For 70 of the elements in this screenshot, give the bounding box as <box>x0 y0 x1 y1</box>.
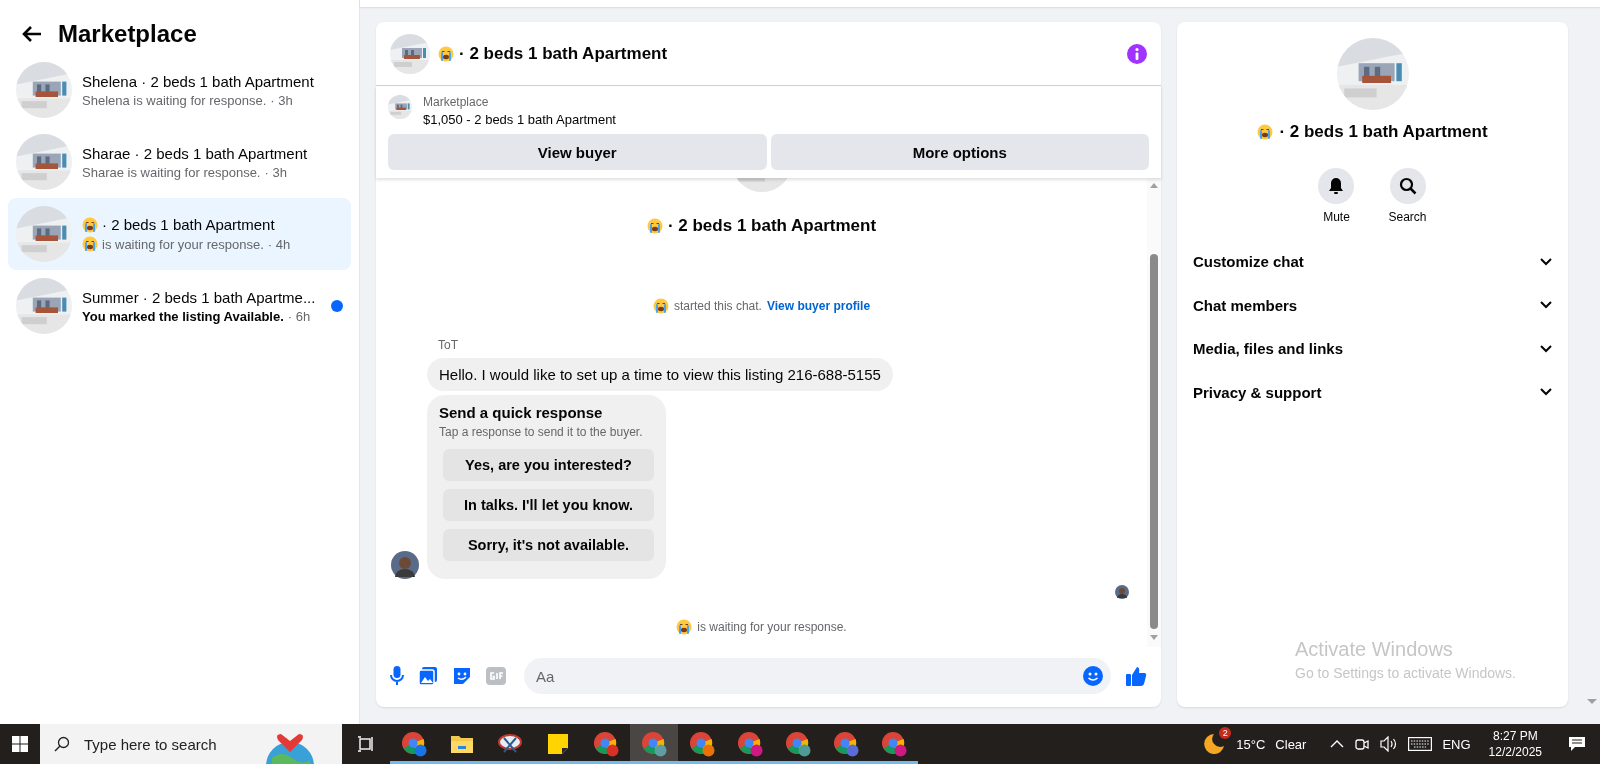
listing-title[interactable]: $1,050 - 2 beds 1 bath Apartment <box>423 112 616 127</box>
conversation-preview: is waiting for your response. <box>102 236 264 252</box>
conversation-preview: Sharae is waiting for response. <box>82 164 261 180</box>
conversation-time: · 4h <box>267 236 291 252</box>
speaker-icon[interactable] <box>1380 736 1399 752</box>
conversation-name: Sharae · 2 beds 1 bath Apartment <box>82 144 308 162</box>
thumbs-up-icon[interactable] <box>1125 665 1147 687</box>
buyer-profile-link[interactable]: View buyer profile <box>766 299 871 313</box>
conversation-preview: Shelena is waiting for response. <box>82 92 267 108</box>
crying-face-icon <box>676 619 693 635</box>
clock[interactable]: 8:27 PM 12/2/2025 <box>1488 729 1542 759</box>
conversation-time: · 3h <box>264 164 287 180</box>
taskbar-search-field[interactable]: Type here to search <box>40 724 342 764</box>
message-bubble: Hello. I would like to set up a time to view this listing 216-688-5155 <box>427 358 893 391</box>
conversation-name: Shelena · 2 beds 1 bath Apartment <box>82 72 314 90</box>
bell-icon <box>1328 177 1345 195</box>
notification-badge: 2 <box>1219 726 1232 739</box>
weather-temperature: 15°C <box>1236 736 1266 752</box>
microphone-icon[interactable] <box>390 666 404 686</box>
conversation-name: Summer · 2 beds 1 bath Apartme... <box>82 288 316 306</box>
details-section[interactable]: Privacy & support <box>1193 370 1552 414</box>
person-avatar <box>391 551 419 579</box>
language-indicator[interactable]: ENG <box>1442 736 1471 752</box>
conversation-item[interactable]: Shelena · 2 beds 1 bath Apartment Shelena is waiting for response. · 3h <box>8 54 351 126</box>
conversation-time: · 3h <box>270 92 293 108</box>
quick-response-option[interactable]: In talks. I'll let you know. <box>443 489 654 521</box>
moon-icon <box>1202 731 1227 754</box>
listing-action-button[interactable]: More options <box>770 134 1149 170</box>
quick-response-option[interactable]: Sorry, it's not available. <box>443 529 654 561</box>
folder-icon <box>450 733 474 755</box>
details-section[interactable]: Media, files and links <box>1193 327 1552 371</box>
details-section[interactable]: Customize chat <box>1193 240 1552 284</box>
conversation-preview: You marked the listing Available. <box>82 308 284 324</box>
weather-condition: Clear <box>1275 736 1307 752</box>
conversation-item[interactable]: · 2 beds 1 bath Apartment is waiting for your response. · 4h <box>8 198 351 270</box>
quick-response-option[interactable]: Yes, are you interested? <box>443 449 654 481</box>
emoji-icon[interactable] <box>1083 666 1103 686</box>
info-icon[interactable] <box>1127 43 1147 64</box>
keyboard-icon[interactable] <box>1408 737 1433 751</box>
conversation-item[interactable]: Summer · 2 beds 1 bath Apartme... You marked the listing Available. · 6h <box>8 270 351 342</box>
conversation-item[interactable]: Sharae · 2 beds 1 bath Apartment Sharae is waiting for response. · 3h <box>8 126 351 198</box>
quick-response-subtitle: Tap a response to send it to the buyer. <box>439 425 643 439</box>
notifications-icon[interactable] <box>1568 736 1586 752</box>
message-input[interactable]: Aa <box>524 658 1111 694</box>
crying-face-icon <box>652 298 669 314</box>
sidebar-title: Marketplace <box>58 20 197 48</box>
activation-subtitle: Go to Settings to activate Windows. <box>1295 665 1517 681</box>
search-icon <box>1398 177 1417 195</box>
sticker-icon[interactable] <box>452 666 472 686</box>
sender-name: ToT <box>438 338 459 352</box>
person-avatar <box>1115 585 1129 599</box>
system-message: started this chat. <box>673 299 762 313</box>
details-title: · 2 beds 1 bath Apartment <box>1279 122 1488 142</box>
back-arrow-icon[interactable] <box>22 25 42 43</box>
waiting-status: is waiting for your response. <box>697 620 847 634</box>
conversation-name: · 2 beds 1 bath Apartment <box>102 216 275 233</box>
quick-response-title: Send a quick response <box>439 404 603 421</box>
camera-icon[interactable] <box>1354 736 1371 752</box>
intro-title: · 2 beds 1 bath Apartment <box>667 216 877 236</box>
unread-dot <box>331 300 343 312</box>
listing-label: Marketplace <box>423 95 490 109</box>
photo-icon[interactable] <box>418 666 438 686</box>
details-section[interactable]: Chat members <box>1193 283 1552 327</box>
windows-logo-icon <box>12 736 28 752</box>
sticky-note-icon <box>547 733 569 755</box>
conversation-time: · 6h <box>287 308 311 324</box>
listing-action-button[interactable]: View buyer <box>388 134 767 170</box>
chat-title: · 2 beds 1 bath Apartment <box>459 43 668 64</box>
chevron-up-icon[interactable] <box>1330 740 1345 748</box>
activation-title: Activate Windows <box>1295 638 1454 661</box>
